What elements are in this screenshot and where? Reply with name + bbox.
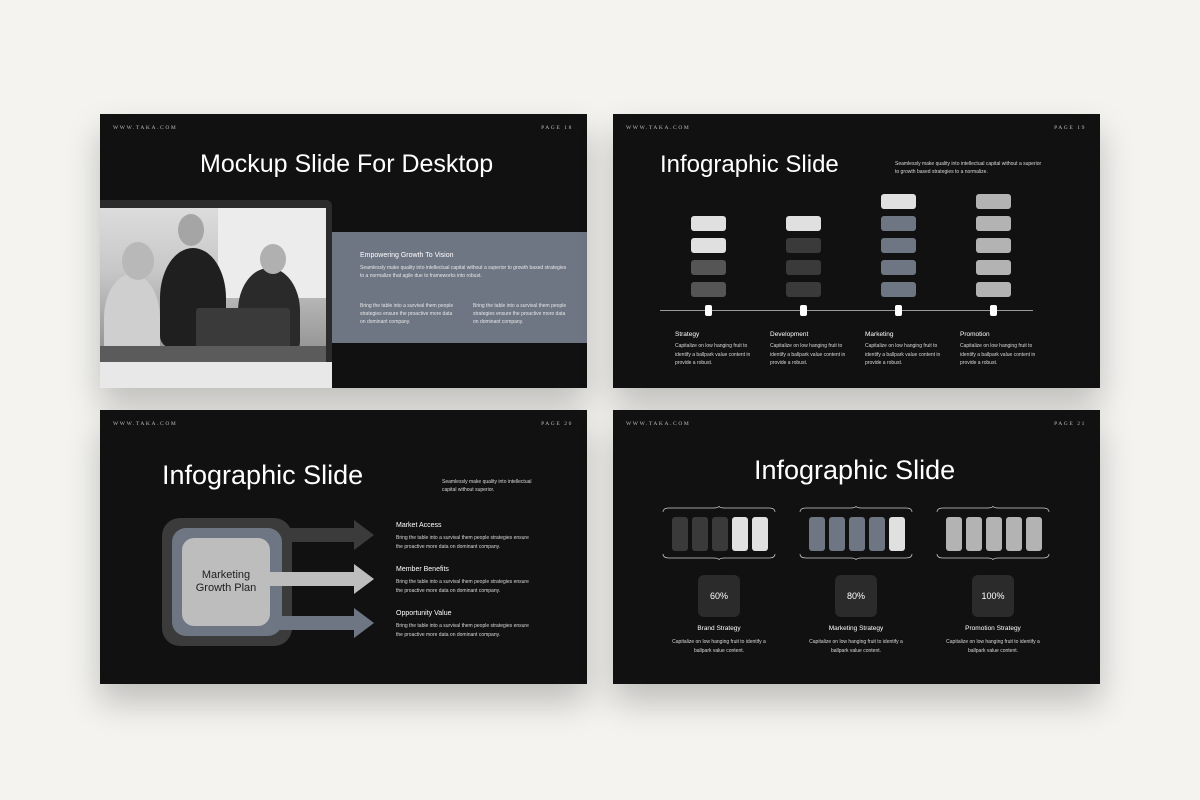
stage-bar (881, 238, 916, 253)
growth-plan-box: Marketing Growth Plan (182, 538, 270, 626)
panel-heading: Empowering Growth To Vision (360, 252, 454, 259)
item-text: Bring the table into a survival them peo… (396, 579, 529, 594)
level-cell (849, 517, 865, 551)
strategy-text: Capitalize on low hanging fruit to ident… (672, 639, 766, 654)
item-label: Opportunity Value (396, 610, 452, 617)
slide-intro: Seamlessly make quality into intellectua… (442, 479, 532, 493)
stage-bar (786, 282, 821, 297)
stage-text: Capitalize on low hanging fruit to ident… (675, 343, 751, 366)
panel-paragraph-right: Bring the table into a survival them peo… (473, 303, 567, 325)
item-label: Market Access (396, 522, 442, 529)
page-number: PAGE 19 (1054, 125, 1086, 131)
slide-growth-plan[interactable]: WWW.TAKA.COM PAGE 20 Infographic Slide S… (100, 410, 587, 684)
monitor-chin (100, 362, 332, 388)
slide-desktop-mockup[interactable]: WWW.TAKA.COM PAGE 18 Mockup Slide For De… (100, 114, 587, 388)
level-cell (966, 517, 982, 551)
stage-bar (691, 238, 726, 253)
level-cell (732, 517, 748, 551)
stage-bar (881, 282, 916, 297)
growth-plan-label: Marketing Growth Plan (195, 569, 257, 594)
page-number: PAGE 20 (541, 421, 573, 427)
slide-title: Mockup Slide For Desktop (200, 150, 494, 178)
stage-bar (881, 260, 916, 275)
slide-title: Infographic Slide (162, 460, 364, 490)
level-cell (809, 517, 825, 551)
stage-label: Strategy (675, 331, 700, 338)
stage-label: Marketing (865, 331, 894, 338)
table (100, 346, 326, 362)
content-panel: Empowering Growth To Vision Seamlessly m… (332, 232, 587, 343)
arrow-bottom (258, 608, 374, 638)
page-number: PAGE 21 (1054, 421, 1086, 427)
team-photo (100, 208, 326, 362)
stage-bar (976, 216, 1011, 231)
stage-bar (691, 260, 726, 275)
stage-bar (691, 282, 726, 297)
stage-label: Promotion (960, 331, 990, 338)
strategy-group (798, 506, 914, 560)
level-cell (946, 517, 962, 551)
page-number: PAGE 18 (541, 125, 573, 131)
slide-title: Infographic Slide (660, 151, 839, 178)
timeline-node (895, 305, 902, 316)
stage-bar (881, 216, 916, 231)
item-text: Bring the table into a survival them peo… (396, 623, 529, 638)
stage-bar (786, 238, 821, 253)
slide-intro: Seamlessly make quality into intellectua… (895, 161, 1042, 175)
stage-bar (691, 216, 726, 231)
timeline-node (800, 305, 807, 316)
site-url: WWW.TAKA.COM (626, 125, 691, 131)
percent-badge: 100% (972, 575, 1014, 617)
person-center-head (178, 214, 204, 246)
slide-strategy-infographic[interactable]: WWW.TAKA.COM PAGE 21 Infographic Slide 6… (613, 410, 1100, 684)
stage-bar (976, 238, 1011, 253)
level-cell (692, 517, 708, 551)
stage-text: Capitalize on low hanging fruit to ident… (770, 343, 846, 366)
item-label: Member Benefits (396, 566, 449, 573)
stage-label: Development (770, 331, 809, 338)
level-cell (829, 517, 845, 551)
percent-badge: 60% (698, 575, 740, 617)
strategy-group (935, 506, 1051, 560)
stage-bar (786, 260, 821, 275)
stage-bar (976, 260, 1011, 275)
stage-bar (976, 282, 1011, 297)
strategy-name: Brand Strategy (697, 625, 741, 632)
level-cell (672, 517, 688, 551)
level-cell (889, 517, 905, 551)
stage-text: Capitalize on low hanging fruit to ident… (960, 343, 1036, 366)
level-cell (752, 517, 768, 551)
slide-timeline-infographic[interactable]: WWW.TAKA.COM PAGE 19 Infographic Slide S… (613, 114, 1100, 388)
timeline-node (705, 305, 712, 316)
level-cell (1006, 517, 1022, 551)
strategy-text: Capitalize on low hanging fruit to ident… (946, 639, 1040, 654)
strategy-group (661, 506, 777, 560)
percent-badge: 80% (835, 575, 877, 617)
person-left-head (122, 242, 154, 280)
stage-text: Capitalize on low hanging fruit to ident… (865, 343, 941, 366)
level-cell (869, 517, 885, 551)
person-right-head (260, 244, 286, 274)
timeline-line (660, 310, 1033, 311)
item-text: Bring the table into a survival them peo… (396, 535, 529, 550)
panel-paragraph: Seamlessly make quality into intellectua… (360, 265, 567, 279)
site-url: WWW.TAKA.COM (113, 421, 178, 427)
strategy-name: Promotion Strategy (965, 625, 1021, 632)
panel-paragraph-left: Bring the table into a survival them peo… (360, 303, 454, 325)
stage-bar (976, 194, 1011, 209)
stage-bar (786, 216, 821, 231)
strategy-text: Capitalize on low hanging fruit to ident… (809, 639, 903, 654)
site-url: WWW.TAKA.COM (113, 125, 178, 131)
arrow-middle (258, 564, 374, 594)
stage-bar (881, 194, 916, 209)
site-url: WWW.TAKA.COM (626, 421, 691, 427)
timeline-node (990, 305, 997, 316)
level-cell (986, 517, 1002, 551)
strategy-name: Marketing Strategy (828, 625, 884, 632)
slide-title: Infographic Slide (754, 455, 956, 485)
level-cell (712, 517, 728, 551)
level-cell (1026, 517, 1042, 551)
